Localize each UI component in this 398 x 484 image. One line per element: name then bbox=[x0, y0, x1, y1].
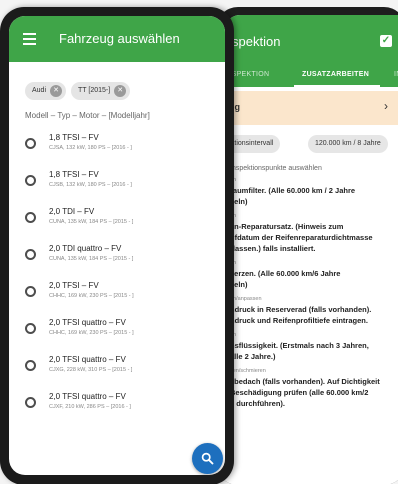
radio-button[interactable] bbox=[25, 212, 36, 223]
item-text: seln) bbox=[230, 197, 248, 206]
model-list: 1,8 TFSI – FV CJSA, 132 kW, 180 PS – [201… bbox=[9, 126, 225, 422]
list-item[interactable]: 2,0 TDI quattro – FV CUNA, 135 kW, 184 PS… bbox=[9, 237, 225, 274]
search-button[interactable] bbox=[192, 443, 223, 474]
radio-button[interactable] bbox=[25, 175, 36, 186]
warning-banner[interactable]: ig › bbox=[224, 91, 398, 125]
item-text: kerzen. (Alle 60.000 km/6 Jahre bbox=[230, 269, 341, 278]
item-category: en bbox=[230, 177, 398, 183]
list-item[interactable]: 2,0 TFSI quattro – FV CJXG, 228 kW, 310 P… bbox=[9, 348, 225, 385]
item-category: en bbox=[230, 260, 398, 266]
inspection-title: spektion bbox=[232, 34, 281, 49]
filter-chips: Audi ✕ TT [2015-] ✕ bbox=[9, 77, 225, 107]
list-item[interactable]: 2,0 TFSI quattro – FV CJXF, 210 kW, 286 P… bbox=[9, 385, 225, 422]
interval-value-chip[interactable]: 120.000 km / 8 Jahre bbox=[308, 135, 388, 153]
inspection-items: en raumfilter. (Alle 60.000 km / 2 Jahre s… bbox=[224, 174, 398, 412]
item-category: en/anpassen bbox=[230, 296, 262, 302]
model-title: 2,0 TFSI quattro – FV bbox=[49, 318, 126, 327]
item-text: nsflüssigkeit. (Erstmals nach 3 Jahren, bbox=[230, 341, 369, 350]
model-details: CJSA, 132 kW, 180 PS – [2016 - ] bbox=[49, 145, 132, 151]
item-text: ndruck in Reserverad (falls vorhanden). bbox=[230, 305, 372, 314]
inspection-tabs: INSPEKTION ZUSATZARBEITEN IN bbox=[224, 65, 398, 87]
model-details: CJXF, 210 kW, 286 PS – [2016 - ] bbox=[49, 404, 131, 410]
item-text: seln) bbox=[230, 280, 248, 289]
item-text: rlassen.) falls installiert. bbox=[230, 244, 316, 253]
check-icon[interactable]: ✓ bbox=[380, 35, 392, 47]
radio-button[interactable] bbox=[25, 397, 36, 408]
model-details: CJXG, 228 kW, 310 PS – [2015 - ] bbox=[49, 367, 133, 373]
item-text: alle 2 Jahre.) bbox=[230, 352, 276, 361]
item-category: en bbox=[230, 332, 398, 338]
inspection-item[interactable]: en/anpassen ndruck in Reserverad (falls v… bbox=[224, 293, 398, 329]
radio-button[interactable] bbox=[25, 323, 36, 334]
item-text: en-Reparatursatz. (Hinweis zum bbox=[230, 222, 344, 231]
model-title: 2,0 TDI – FV bbox=[49, 207, 95, 216]
model-title: 1,8 TFSI – FV bbox=[49, 133, 99, 142]
inspection-item[interactable]: en nsflüssigkeit. (Erstmals nach 3 Jahren… bbox=[224, 329, 398, 365]
list-item[interactable]: 1,8 TFSI – FV CJSB, 132 kW, 180 PS – [201… bbox=[9, 163, 225, 200]
model-details: CUNA, 135 kW, 184 PS – [2015 - ] bbox=[49, 256, 134, 262]
item-text: raumfilter. (Alle 60.000 km / 2 Jahre bbox=[230, 186, 356, 195]
tab-third[interactable]: IN bbox=[394, 71, 398, 78]
model-details: CJSB, 132 kW, 180 PS – [2016 - ] bbox=[49, 182, 132, 188]
stage: spektion ✓ INSPEKTION ZUSATZARBEITEN IN … bbox=[0, 0, 398, 484]
item-text: ebedach (falls vorhanden). Auf Dichtigke… bbox=[230, 377, 380, 386]
inspection-item[interactable]: en kerzen. (Alle 60.000 km/6 Jahre seln) bbox=[224, 257, 398, 293]
model-details: CUNA, 135 kW, 184 PS – [2015 - ] bbox=[49, 219, 134, 225]
chip-model-year[interactable]: TT [2015-] ✕ bbox=[71, 82, 131, 100]
chip-audi[interactable]: Audi ✕ bbox=[25, 82, 67, 100]
list-item[interactable]: 2,0 TFSI – FV CHHC, 169 kW, 230 PS – [201… bbox=[9, 274, 225, 311]
inspection-appbar: spektion ✓ bbox=[224, 15, 398, 65]
tab-zusatzarbeiten[interactable]: ZUSATZARBEITEN bbox=[302, 71, 369, 78]
item-text: e durchführen). bbox=[230, 399, 286, 408]
list-header: Modell – Typ – Motor – [Modelljahr] bbox=[25, 111, 150, 120]
item-category: sen/schmieren bbox=[230, 368, 266, 374]
menu-icon[interactable] bbox=[23, 33, 36, 45]
model-title: 2,0 TFSI quattro – FV bbox=[49, 355, 126, 364]
item-text: ufdatum der Reifenreparaturdichtmasse bbox=[230, 233, 373, 242]
close-icon[interactable]: ✕ bbox=[114, 85, 127, 97]
model-title: 2,0 TDI quattro – FV bbox=[49, 244, 122, 253]
appbar: Fahrzeug auswählen bbox=[9, 16, 225, 62]
model-title: 1,8 TFSI – FV bbox=[49, 170, 99, 179]
section-label: Inspektionspunkte auswählen bbox=[230, 165, 322, 172]
radio-button[interactable] bbox=[25, 249, 36, 260]
inspection-item[interactable]: en en-Reparatursatz. (Hinweis zum ufdatum … bbox=[224, 210, 398, 257]
radio-button[interactable] bbox=[25, 360, 36, 371]
item-category: en bbox=[230, 213, 398, 219]
radio-button[interactable] bbox=[25, 138, 36, 149]
model-title: 2,0 TFSI quattro – FV bbox=[49, 392, 126, 401]
chip-label: TT [2015-] bbox=[78, 87, 111, 94]
page-title: Fahrzeug auswählen bbox=[59, 31, 180, 46]
radio-button[interactable] bbox=[25, 286, 36, 297]
search-icon bbox=[201, 452, 214, 465]
close-icon[interactable]: ✕ bbox=[50, 85, 63, 97]
list-item[interactable]: 2,0 TDI – FV CUNA, 135 kW, 184 PS – [2015… bbox=[9, 200, 225, 237]
inspection-screen: spektion ✓ INSPEKTION ZUSATZARBEITEN IN … bbox=[224, 15, 398, 484]
item-text: Beschädigung prüfen (alle 60.000 km/2 bbox=[230, 388, 369, 397]
interval-chips: ektionsintervall 120.000 km / 8 Jahre bbox=[224, 131, 398, 159]
back-phone: spektion ✓ INSPEKTION ZUSATZARBEITEN IN … bbox=[216, 7, 398, 484]
list-item[interactable]: 2,0 TFSI quattro – FV CHHC, 169 kW, 230 P… bbox=[9, 311, 225, 348]
item-text: ndruck und Reifenprofiltiefe eintragen. bbox=[230, 316, 368, 325]
model-details: CHHC, 169 kW, 230 PS – [2015 - ] bbox=[49, 293, 134, 299]
inspection-item[interactable]: sen/schmieren ebedach (falls vorhanden). … bbox=[224, 365, 398, 412]
vehicle-select-screen: Fahrzeug auswählen Audi ✕ TT [2015-] ✕ M… bbox=[9, 16, 225, 475]
chevron-right-icon: › bbox=[384, 99, 388, 113]
list-item[interactable]: 1,8 TFSI – FV CJSA, 132 kW, 180 PS – [201… bbox=[9, 126, 225, 163]
chip-label: Audi bbox=[32, 87, 47, 94]
model-details: CHHC, 169 kW, 230 PS – [2015 - ] bbox=[49, 330, 134, 336]
front-phone: Fahrzeug auswählen Audi ✕ TT [2015-] ✕ M… bbox=[0, 7, 234, 484]
model-title: 2,0 TFSI – FV bbox=[49, 281, 99, 290]
active-tab-indicator bbox=[294, 85, 380, 87]
inspection-item[interactable]: en raumfilter. (Alle 60.000 km / 2 Jahre s… bbox=[224, 174, 398, 210]
